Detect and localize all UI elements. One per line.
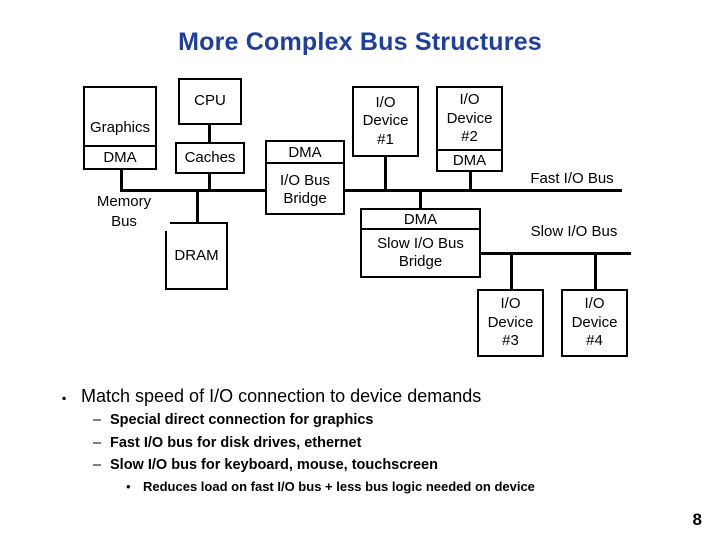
graphics-dma-subbox: DMA — [83, 145, 157, 170]
slow-io-bus-bridge-line2: Bridge — [398, 253, 443, 271]
io-device-1-line3: #1 — [377, 130, 394, 148]
dram-label: DRAM — [174, 246, 219, 264]
caches-drop-line — [208, 174, 211, 191]
bullet-item-level2: – Special direct connection for graphics — [62, 409, 682, 431]
io-bus-bridge-line2: Bridge — [283, 190, 327, 208]
io-bus-bridge-dma-label: DMA — [288, 143, 322, 161]
io-device-3-line2: Device — [487, 313, 534, 331]
memory-bus-label-line1: Memory — [96, 193, 152, 210]
io-device-1-line2: Device — [362, 112, 409, 130]
io-device-4-drop-line — [594, 252, 597, 290]
io-device-3-box: I/O Device #3 — [477, 289, 544, 357]
bullet-marker-dash: – — [93, 434, 102, 451]
bullet-item-level2: – Fast I/O bus for disk drives, ethernet — [62, 432, 682, 454]
slow-io-bus-label: Slow I/O Bus — [512, 223, 636, 240]
memory-bus-label-line2: Bus — [111, 212, 137, 230]
bullet-marker-square: ▪ — [62, 391, 67, 405]
slow-io-bus-line — [479, 252, 631, 255]
dram-drop-line — [196, 189, 199, 224]
io-device-1-line1: I/O — [375, 93, 396, 111]
bullet-text: Match speed of I/O connection to device … — [81, 386, 482, 406]
io-device-2-line2: Device — [446, 109, 493, 127]
bullet-text: Slow I/O bus for keyboard, mouse, touchs… — [110, 457, 438, 474]
io-device-4-line3: #4 — [586, 332, 603, 350]
bullet-item-level3: • Reduces load on fast I/O bus + less bu… — [62, 477, 682, 497]
slow-io-bus-bridge-dma-label: DMA — [403, 210, 438, 228]
bullet-marker-dot: • — [126, 478, 131, 494]
io-device-2-drop-line — [469, 171, 472, 191]
graphics-dma-label: DMA — [103, 149, 137, 166]
io-device-3-drop-line — [510, 252, 513, 290]
bullet-text: Special direct connection for graphics — [110, 412, 374, 429]
fast-io-bus-label: Fast I/O Bus — [512, 170, 632, 187]
bullet-text: Fast I/O bus for disk drives, ethernet — [110, 434, 362, 451]
cpu-caches-connector-line — [208, 124, 211, 142]
bullet-marker-dash: – — [93, 457, 102, 474]
io-device-2-dma-subbox: DMA — [436, 149, 503, 172]
page-number: 8 — [692, 510, 702, 529]
io-device-3-line1: I/O — [500, 295, 521, 313]
io-device-2-line3: #2 — [461, 128, 478, 146]
io-device-1-box: I/O Device #1 — [352, 86, 419, 157]
cpu-label: CPU — [194, 92, 226, 110]
io-device-4-line2: Device — [571, 313, 618, 331]
io-device-2-line1: I/O — [459, 91, 480, 108]
caches-label: Caches — [184, 148, 236, 166]
io-bus-bridge-dma-subbox: DMA — [265, 140, 345, 164]
io-device-4-box: I/O Device #4 — [561, 289, 628, 357]
graphics-label: Graphics — [89, 118, 151, 136]
bullet-list: ▪ Match speed of I/O connection to devic… — [62, 383, 682, 496]
bullet-item-level1: ▪ Match speed of I/O connection to devic… — [62, 383, 682, 409]
slow-io-bus-bridge-dma-subbox: DMA — [360, 208, 481, 230]
slow-io-bus-bridge-line1: Slow I/O Bus — [377, 234, 464, 252]
fast-io-bus-label-text: Fast I/O Bus — [530, 170, 614, 187]
io-device-3-line3: #3 — [502, 332, 519, 350]
dram-box: DRAM — [165, 222, 228, 290]
bullet-item-level2: – Slow I/O bus for keyboard, mouse, touc… — [62, 454, 682, 476]
io-device-4-line1: I/O — [584, 295, 605, 313]
io-device-2-dma-label: DMA — [452, 152, 487, 169]
io-device-1-drop-line — [384, 156, 387, 191]
caches-box: Caches — [175, 142, 245, 174]
graphics-dma-drop-line — [120, 168, 123, 191]
cpu-box: CPU — [178, 78, 242, 125]
slow-io-bus-label-text: Slow I/O Bus — [530, 223, 618, 240]
memory-bus-label: Memory Bus — [78, 192, 170, 231]
bullet-marker-dash: – — [93, 412, 102, 429]
io-bus-bridge-line1: I/O Bus — [279, 171, 331, 189]
slide-canvas: More Complex Bus Structures Graphics DMA… — [0, 0, 720, 540]
page-title: More Complex Bus Structures — [178, 28, 542, 56]
bullet-text: Reduces load on fast I/O bus + less bus … — [143, 478, 535, 494]
